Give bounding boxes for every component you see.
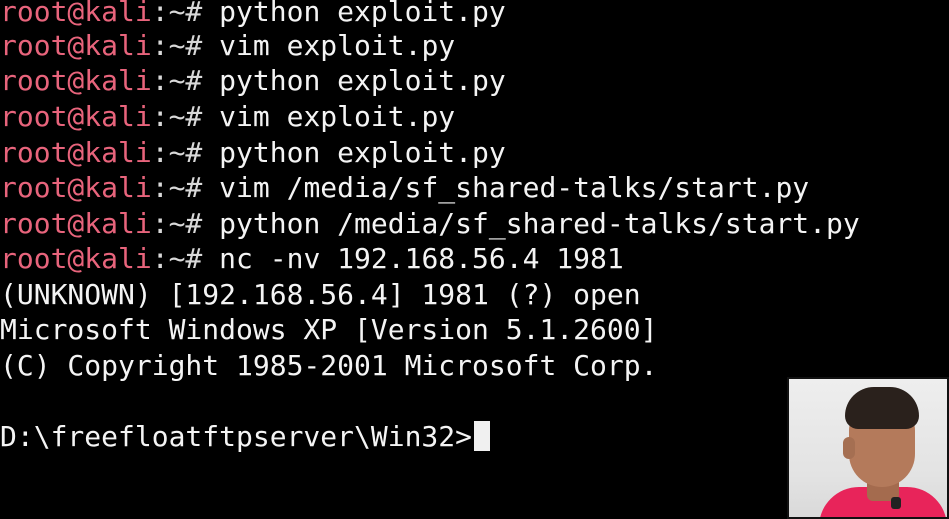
terminal-line: root@kali:~# vim /media/sf_shared-talks/… — [0, 170, 809, 206]
presenter-ear — [843, 437, 855, 459]
output-line: (C) Copyright 1985-2001 Microsoft Corp. — [0, 349, 658, 382]
command-text: vim /media/sf_shared-talks/start.py — [202, 171, 810, 204]
prompt-user: root@kali — [0, 64, 152, 97]
prompt-path: :~# — [151, 136, 203, 169]
prompt-path: :~# — [151, 29, 203, 62]
prompt-user: root@kali — [0, 171, 152, 204]
command-text: python exploit.py — [202, 0, 506, 28]
webcam-overlay — [787, 377, 949, 519]
command-text: python exploit.py — [202, 64, 506, 97]
prompt-user: root@kali — [0, 100, 152, 133]
prompt-user: root@kali — [0, 0, 152, 28]
terminal-line: root@kali:~# nc -nv 192.168.56.4 1981 — [0, 241, 624, 277]
prompt-path: :~# — [151, 100, 203, 133]
microphone-icon — [891, 497, 901, 509]
prompt-user: root@kali — [0, 242, 152, 275]
command-text: nc -nv 192.168.56.4 1981 — [202, 242, 624, 275]
presenter-hair — [845, 387, 919, 429]
prompt-user: root@kali — [0, 136, 152, 169]
terminal-line: root@kali:~# python exploit.py — [0, 0, 506, 30]
prompt-user: root@kali — [0, 29, 152, 62]
output-line: Microsoft Windows XP [Version 5.1.2600] — [0, 313, 658, 346]
terminal-line: root@kali:~# python exploit.py — [0, 63, 506, 99]
prompt-path: :~# — [151, 0, 203, 28]
windows-prompt: D:\freefloatftpserver\Win32> — [0, 420, 473, 453]
current-prompt-line[interactable]: D:\freefloatftpserver\Win32> — [0, 419, 491, 455]
command-text: vim exploit.py — [202, 29, 456, 62]
text-cursor[interactable] — [474, 421, 491, 451]
command-text: python exploit.py — [202, 136, 506, 169]
terminal-line: root@kali:~# python exploit.py — [0, 135, 506, 171]
prompt-path: :~# — [151, 64, 203, 97]
prompt-user: root@kali — [0, 207, 152, 240]
prompt-path: :~# — [151, 207, 203, 240]
prompt-path: :~# — [151, 242, 203, 275]
command-text: vim exploit.py — [202, 100, 456, 133]
terminal-line: root@kali:~# python /media/sf_shared-tal… — [0, 206, 860, 242]
output-line: (UNKNOWN) [192.168.56.4] 1981 (?) open — [0, 278, 641, 311]
prompt-path: :~# — [151, 171, 203, 204]
command-text: python /media/sf_shared-talks/start.py — [202, 207, 860, 240]
terminal-line: root@kali:~# vim exploit.py — [0, 28, 455, 64]
terminal-line: root@kali:~# vim exploit.py — [0, 99, 455, 135]
